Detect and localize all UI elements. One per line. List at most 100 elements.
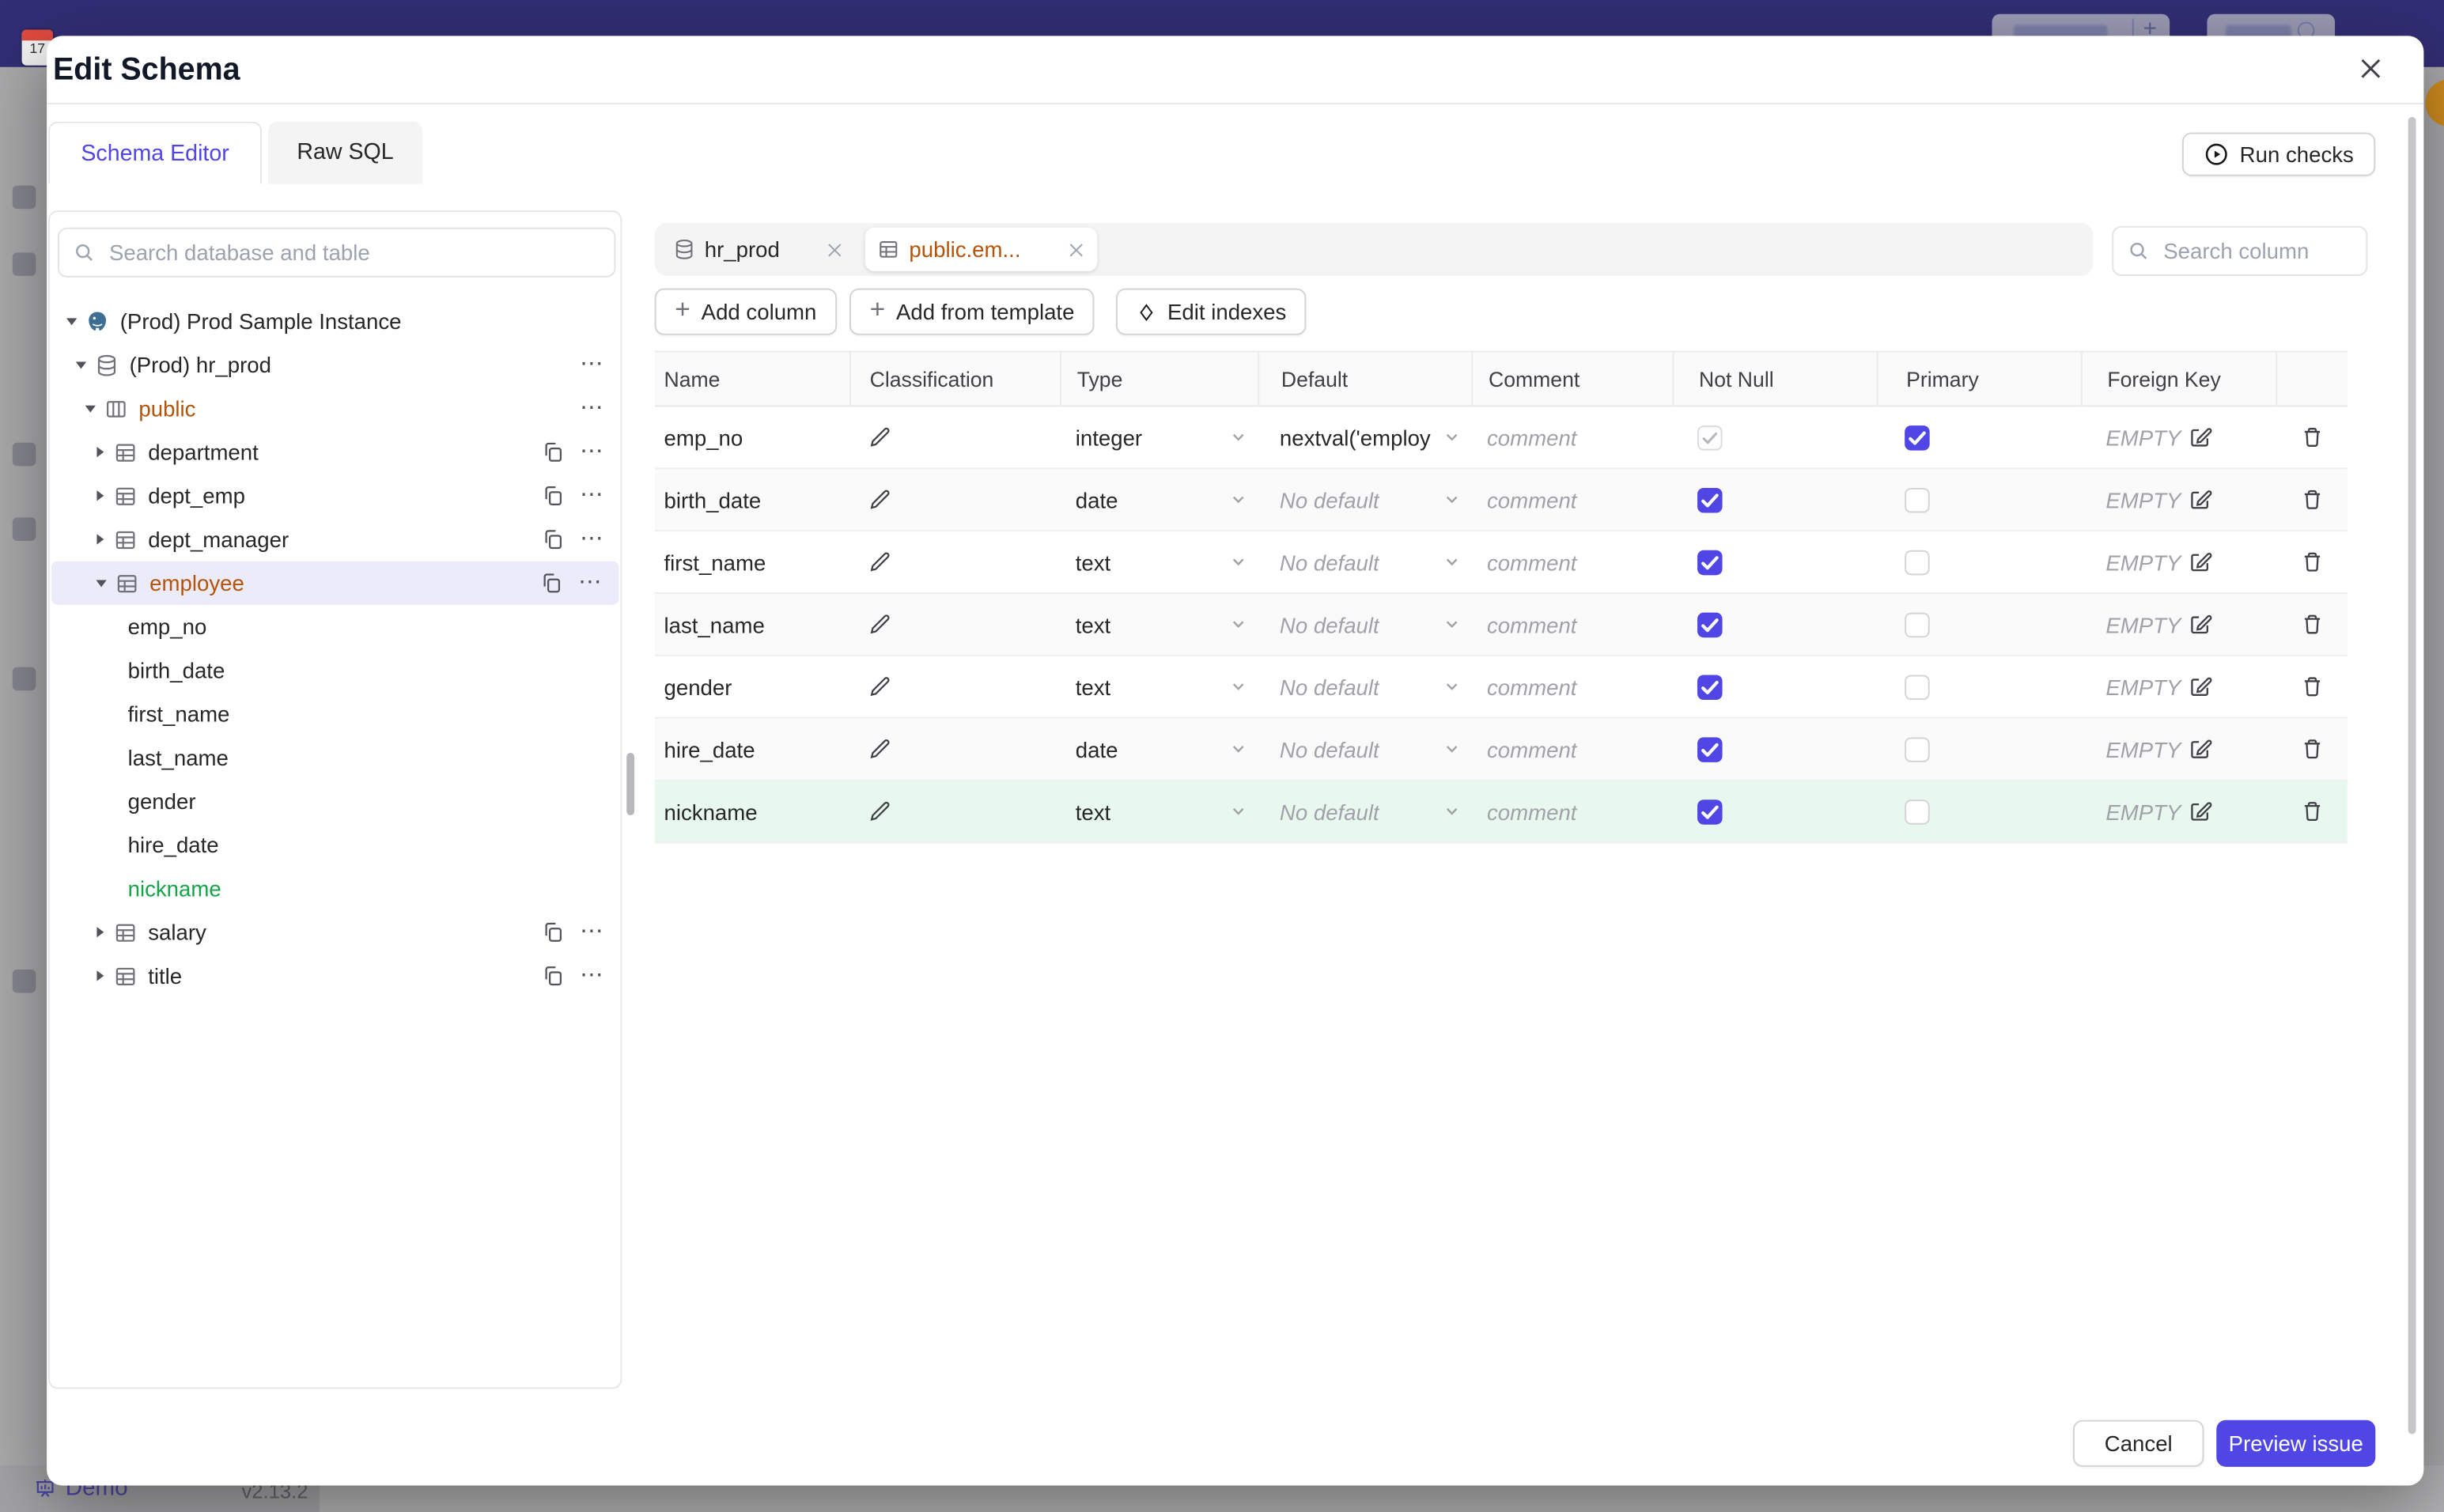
pencil-icon[interactable]: [868, 488, 892, 512]
close-icon[interactable]: [2359, 56, 2384, 81]
type-value[interactable]: text: [1076, 612, 1110, 637]
tree-item-salary[interactable]: salary ⋯: [50, 910, 620, 954]
preview-issue-button[interactable]: Preview issue: [2216, 1419, 2376, 1467]
type-value[interactable]: date: [1076, 736, 1118, 762]
comment-input[interactable]: comment: [1487, 799, 1576, 824]
ellipsis-menu-icon[interactable]: ⋯: [580, 963, 605, 987]
tree-item-emp_no[interactable]: emp_no: [50, 605, 620, 648]
tree-item-dept_emp[interactable]: dept_emp ⋯: [50, 474, 620, 517]
default-value[interactable]: No default: [1280, 612, 1379, 637]
database-search-input[interactable]: [106, 238, 600, 267]
copy-icon[interactable]: [541, 572, 563, 594]
tree-item-department[interactable]: department ⋯: [50, 430, 620, 474]
modal-scrollbar[interactable]: [2408, 116, 2416, 1435]
tree-item--prod-hr_prod[interactable]: (Prod) hr_prod ⋯: [50, 343, 620, 387]
tab-schema-editor[interactable]: Schema Editor: [48, 121, 263, 184]
tab-raw-sql[interactable]: Raw SQL: [267, 121, 423, 184]
pencil-icon[interactable]: [868, 550, 892, 574]
run-checks-button[interactable]: Run checks: [2181, 132, 2376, 176]
tree-item-last_name[interactable]: last_name: [50, 735, 620, 779]
tree-item-employee[interactable]: employee ⋯: [51, 561, 619, 605]
not-null-checkbox[interactable]: [1697, 799, 1723, 824]
primary-checkbox[interactable]: [1905, 486, 1930, 512]
primary-checkbox[interactable]: [1905, 549, 1930, 575]
tree-item--prod-prod-sample-instance[interactable]: (Prod) Prod Sample Instance: [50, 299, 620, 342]
primary-checkbox[interactable]: [1905, 611, 1930, 637]
not-null-checkbox[interactable]: [1697, 674, 1723, 700]
comment-input[interactable]: comment: [1487, 736, 1576, 762]
primary-checkbox[interactable]: [1905, 799, 1930, 824]
ellipsis-menu-icon[interactable]: ⋯: [580, 483, 605, 507]
ellipsis-menu-icon[interactable]: ⋯: [580, 440, 605, 463]
comment-input[interactable]: comment: [1487, 612, 1576, 637]
tree-item-dept_manager[interactable]: dept_manager ⋯: [50, 517, 620, 561]
chip-close-icon[interactable]: [827, 241, 844, 259]
type-value[interactable]: integer: [1076, 425, 1142, 450]
copy-icon[interactable]: [543, 921, 565, 943]
not-null-checkbox[interactable]: [1697, 486, 1723, 512]
primary-checkbox[interactable]: [1905, 674, 1930, 700]
tree-item-gender[interactable]: gender: [50, 780, 620, 823]
type-value[interactable]: text: [1076, 799, 1110, 824]
type-value[interactable]: text: [1076, 550, 1110, 575]
default-value[interactable]: No default: [1280, 736, 1379, 762]
pencil-icon[interactable]: [868, 425, 892, 449]
copy-icon[interactable]: [543, 965, 565, 987]
tree-item-hire_date[interactable]: hire_date: [50, 823, 620, 867]
edit-square-icon[interactable]: [2189, 488, 2212, 512]
default-value[interactable]: nextval('employ: [1280, 425, 1431, 450]
column-search-input[interactable]: [2160, 236, 2352, 266]
add-from-template-button[interactable]: + Add from template: [849, 288, 1095, 335]
type-value[interactable]: text: [1076, 675, 1110, 700]
trash-icon[interactable]: [2300, 550, 2324, 574]
edit-square-icon[interactable]: [2189, 425, 2212, 449]
trash-icon[interactable]: [2300, 488, 2324, 512]
trash-icon[interactable]: [2300, 737, 2324, 761]
default-value[interactable]: No default: [1280, 799, 1379, 824]
tree-item-public[interactable]: public ⋯: [50, 387, 620, 430]
tree-item-first_name[interactable]: first_name: [50, 692, 620, 735]
type-value[interactable]: date: [1076, 487, 1118, 512]
not-null-checkbox[interactable]: [1697, 549, 1723, 575]
add-column-button[interactable]: + Add column: [654, 288, 837, 335]
pencil-icon[interactable]: [868, 799, 892, 823]
cancel-button[interactable]: Cancel: [2072, 1419, 2204, 1467]
edit-square-icon[interactable]: [2189, 550, 2212, 574]
comment-input[interactable]: comment: [1487, 675, 1576, 700]
edit-square-icon[interactable]: [2189, 675, 2212, 698]
copy-icon[interactable]: [543, 485, 565, 507]
comment-input[interactable]: comment: [1487, 550, 1576, 575]
edit-square-icon[interactable]: [2189, 613, 2212, 637]
ellipsis-menu-icon[interactable]: ⋯: [580, 527, 605, 550]
pencil-icon[interactable]: [868, 613, 892, 637]
trash-icon[interactable]: [2300, 799, 2324, 823]
ellipsis-menu-icon[interactable]: ⋯: [580, 396, 605, 420]
default-value[interactable]: No default: [1280, 550, 1379, 575]
default-value[interactable]: No default: [1280, 675, 1379, 700]
tree-item-title[interactable]: title ⋯: [50, 954, 620, 997]
ellipsis-menu-icon[interactable]: ⋯: [580, 920, 605, 943]
trash-icon[interactable]: [2300, 675, 2324, 698]
comment-input[interactable]: comment: [1487, 425, 1576, 450]
ellipsis-menu-icon[interactable]: ⋯: [580, 352, 605, 376]
default-value[interactable]: No default: [1280, 487, 1379, 512]
tree-item-nickname[interactable]: nickname: [50, 867, 620, 910]
primary-checkbox[interactable]: [1905, 425, 1930, 450]
edit-square-icon[interactable]: [2189, 737, 2212, 761]
edit-indexes-button[interactable]: Edit indexes: [1115, 288, 1307, 335]
copy-icon[interactable]: [543, 528, 565, 550]
copy-icon[interactable]: [543, 441, 565, 463]
chip-close-icon[interactable]: [1068, 241, 1085, 259]
trash-icon[interactable]: [2300, 425, 2324, 449]
edit-square-icon[interactable]: [2189, 799, 2212, 823]
not-null-checkbox[interactable]: [1697, 736, 1723, 762]
pencil-icon[interactable]: [868, 737, 892, 761]
editor-tab-hr_prod[interactable]: hr_prod: [661, 228, 857, 271]
primary-checkbox[interactable]: [1905, 736, 1930, 762]
trash-icon[interactable]: [2300, 613, 2324, 637]
not-null-checkbox[interactable]: [1697, 611, 1723, 637]
panel-resize-handle[interactable]: [626, 753, 635, 815]
pencil-icon[interactable]: [868, 675, 892, 698]
ellipsis-menu-icon[interactable]: ⋯: [578, 570, 603, 594]
comment-input[interactable]: comment: [1487, 487, 1576, 512]
